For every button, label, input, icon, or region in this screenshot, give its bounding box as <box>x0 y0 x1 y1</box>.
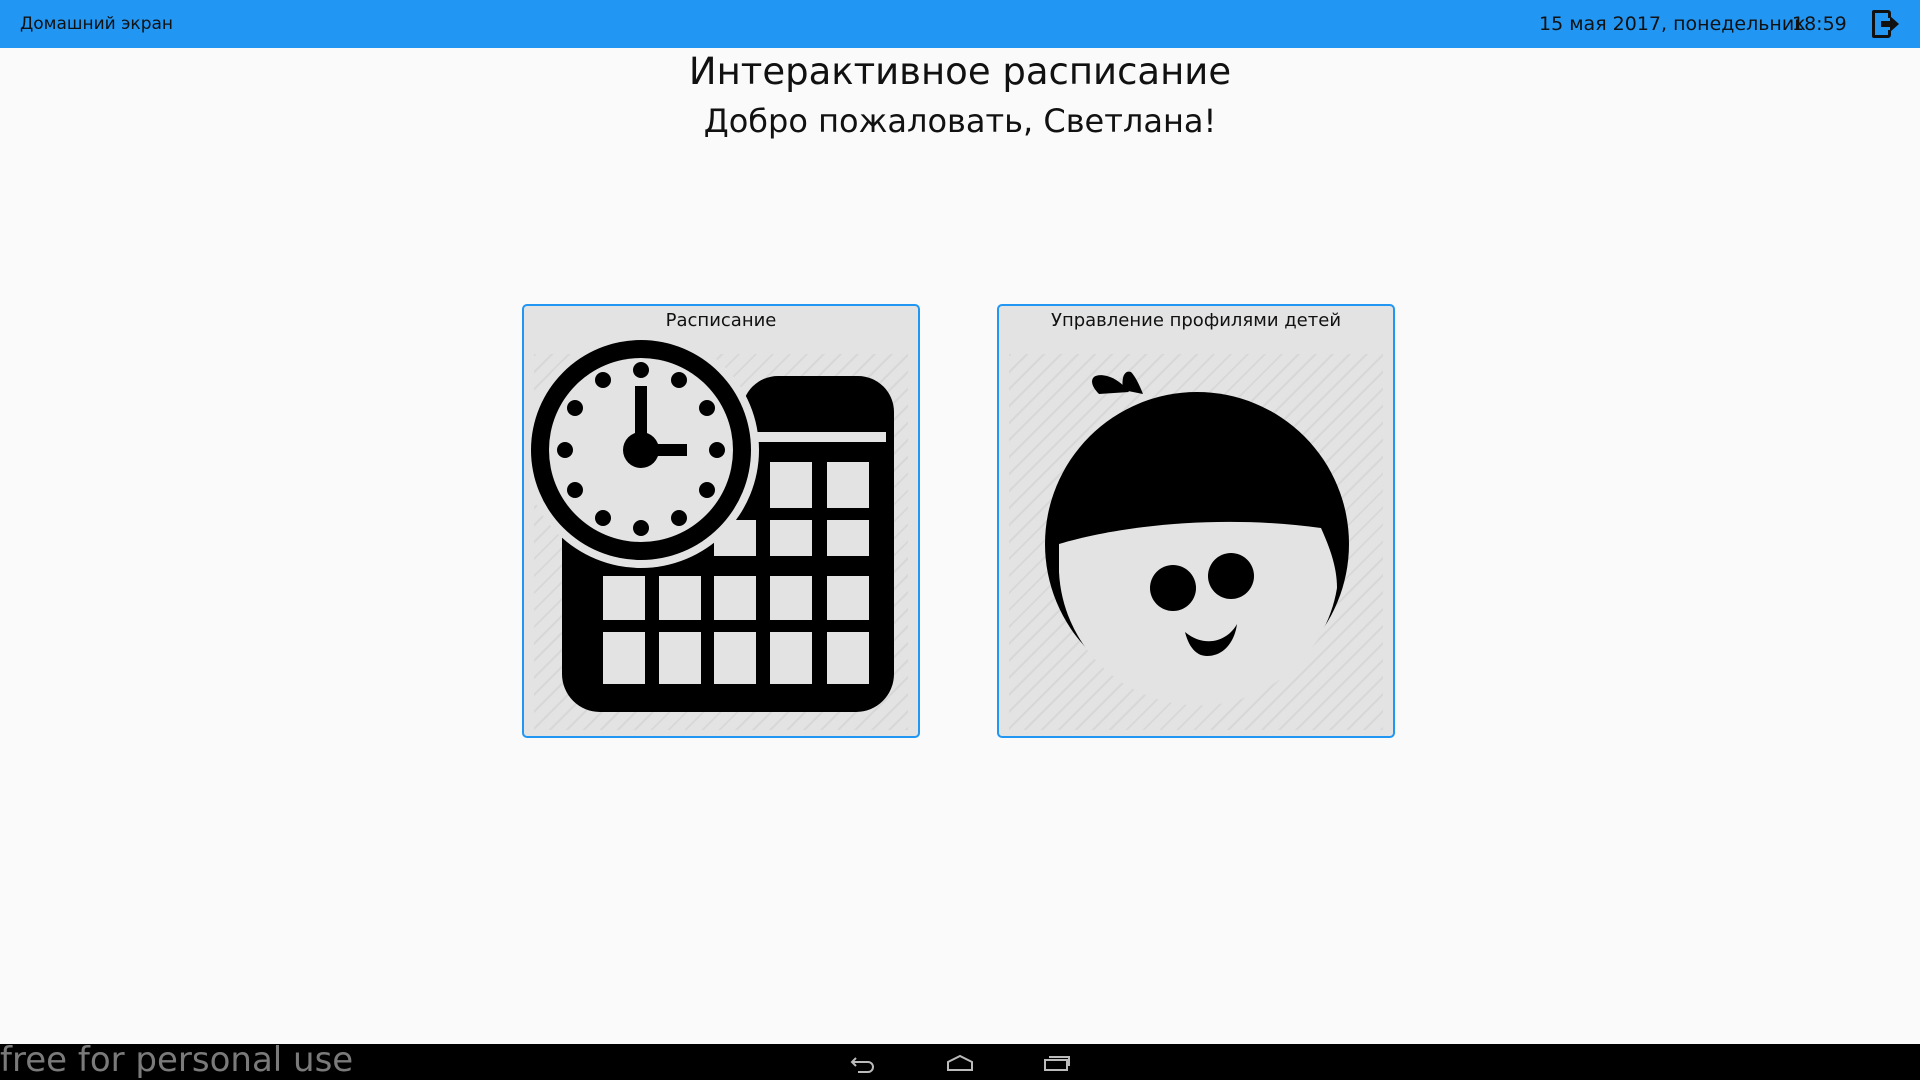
back-icon[interactable] <box>848 1052 878 1074</box>
child-face-icon <box>1045 371 1349 706</box>
watermark-text: free for personal use <box>0 1040 354 1080</box>
schedule-tile-label: Расписание <box>665 310 777 331</box>
top-bar: Домашний экран 15 мая 2017, понедельник … <box>0 0 1920 48</box>
date-label: 15 мая 2017, понедельник <box>1539 13 1806 35</box>
home-icon[interactable] <box>945 1052 975 1074</box>
clock-calendar-icon <box>524 336 894 712</box>
logout-icon[interactable] <box>1870 8 1902 40</box>
time-label: 18:59 <box>1792 13 1847 35</box>
schedule-tile[interactable]: Расписание <box>522 304 920 738</box>
screen-title: Домашний экран <box>20 14 174 34</box>
children-profiles-tile[interactable]: Управление профилями детей <box>997 304 1395 738</box>
welcome-message: Добро пожаловать, Светлана! <box>703 102 1217 140</box>
recents-icon[interactable] <box>1041 1052 1071 1074</box>
page-title: Интерактивное расписание <box>688 50 1232 93</box>
children-profiles-tile-label: Управление профилями детей <box>1050 310 1342 331</box>
